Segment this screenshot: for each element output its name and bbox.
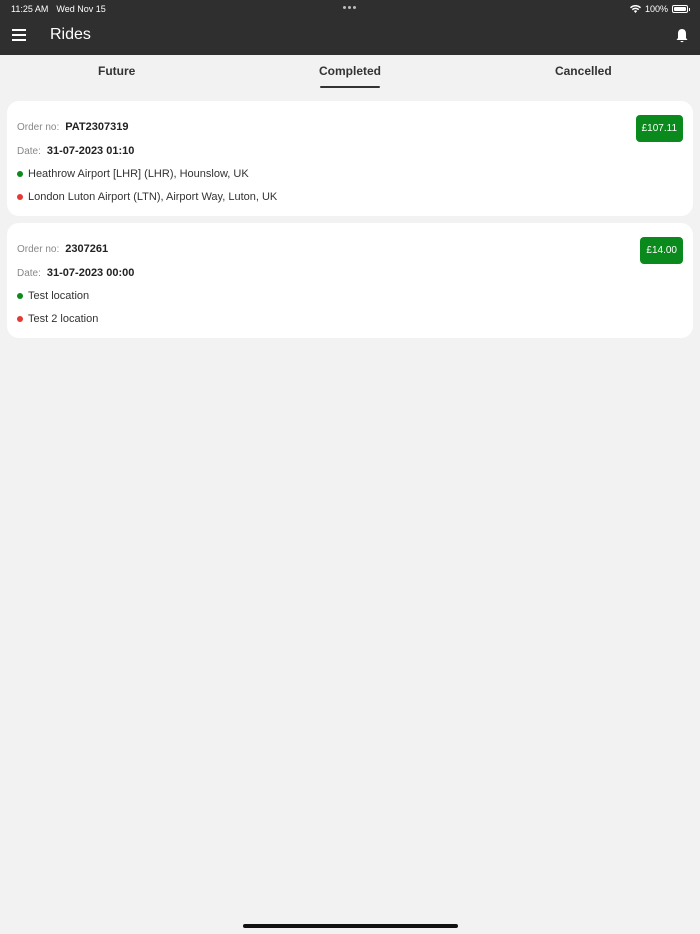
date-row: Date: 31-07-2023 00:00 (17, 267, 134, 279)
dropoff-location: London Luton Airport (LTN), Airport Way,… (17, 191, 277, 203)
date-label: Date: (17, 268, 41, 279)
tab-future[interactable]: Future (0, 55, 233, 91)
order-number: PAT2307319 (65, 121, 129, 133)
home-indicator[interactable] (243, 924, 458, 928)
pickup-location: Heathrow Airport [LHR] (LHR), Hounslow, … (17, 168, 249, 180)
pickup-location: Test location (17, 290, 89, 302)
multitasking-dots-icon[interactable] (343, 6, 356, 9)
ride-card[interactable]: Order no: 2307261 Date: 31-07-2023 00:00… (7, 223, 693, 338)
tab-cancelled[interactable]: Cancelled (467, 55, 700, 91)
order-number: 2307261 (65, 243, 109, 255)
status-date: Wed Nov 15 (56, 3, 106, 14)
page-title: Rides (50, 26, 91, 43)
order-row: Order no: 2307261 (17, 243, 108, 255)
price-badge[interactable]: £14.00 (640, 237, 683, 264)
date-row: Date: 31-07-2023 01:10 (17, 145, 134, 157)
wifi-icon (629, 4, 641, 13)
dropoff-text: Test 2 location (28, 313, 99, 325)
tab-completed[interactable]: Completed (233, 55, 466, 91)
dropoff-text: London Luton Airport (LTN), Airport Way,… (28, 191, 278, 203)
battery-icon (672, 4, 690, 13)
hamburger-menu-icon[interactable] (12, 29, 26, 41)
order-label: Order no: (17, 122, 60, 133)
pickup-dot-icon (17, 293, 23, 299)
dropoff-dot-icon (17, 316, 23, 322)
dropoff-dot-icon (17, 194, 23, 200)
app-bar: Rides (0, 17, 700, 55)
rides-list: Order no: PAT2307319 Date: 31-07-2023 01… (7, 101, 693, 345)
ride-date: 31-07-2023 01:10 (46, 145, 135, 157)
pickup-dot-icon (17, 171, 23, 177)
dropoff-location: Test 2 location (17, 313, 98, 325)
battery-percent: 100% (644, 3, 668, 14)
bell-icon[interactable] (675, 28, 689, 44)
status-bar: 11:25 AM Wed Nov 15 100% (0, 0, 700, 17)
order-row: Order no: PAT2307319 (17, 121, 128, 133)
pickup-text: Heathrow Airport [LHR] (LHR), Hounslow, … (28, 168, 249, 180)
ride-card[interactable]: Order no: PAT2307319 Date: 31-07-2023 01… (7, 101, 693, 216)
price-badge[interactable]: £107.11 (635, 115, 683, 142)
pickup-text: Test location (28, 290, 90, 302)
order-label: Order no: (17, 244, 60, 255)
ride-date: 31-07-2023 00:00 (46, 267, 135, 279)
date-label: Date: (17, 146, 41, 157)
ride-tabs: Future Completed Cancelled (0, 55, 700, 91)
status-time: 11:25 AM (11, 3, 49, 14)
